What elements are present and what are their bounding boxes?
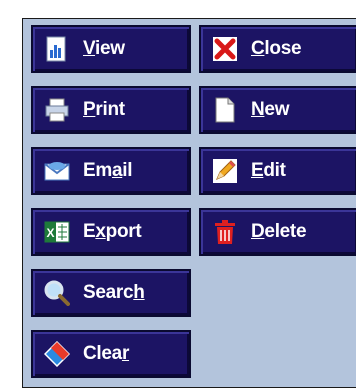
clear-button[interactable]: Clear: [31, 330, 191, 378]
svg-text:X: X: [46, 226, 54, 240]
printer-icon: [43, 96, 71, 124]
email-label: Email: [83, 160, 133, 181]
trash-bin-icon: [211, 218, 239, 246]
print-label: Print: [83, 99, 125, 120]
export-button[interactable]: X Export: [31, 208, 191, 256]
pencil-icon: [211, 157, 239, 185]
new-label: New: [251, 99, 290, 120]
red-x-close-icon: [211, 35, 239, 63]
magnifier-icon: [43, 279, 71, 307]
edit-label: Edit: [251, 160, 286, 181]
export-label: Export: [83, 221, 142, 242]
delete-button[interactable]: Delete: [199, 208, 356, 256]
new-button[interactable]: New: [199, 86, 356, 134]
print-button[interactable]: Print: [31, 86, 191, 134]
chart-document-icon: [43, 35, 71, 63]
search-button[interactable]: Search: [31, 269, 191, 317]
edit-button[interactable]: Edit: [199, 147, 356, 195]
blank-page-icon: [211, 96, 239, 124]
excel-icon: X: [43, 218, 71, 246]
eraser-icon: [43, 340, 71, 368]
delete-label: Delete: [251, 221, 307, 242]
envelope-icon: [43, 157, 71, 185]
clear-label: Clear: [83, 343, 130, 364]
view-button[interactable]: View: [31, 25, 191, 73]
email-button[interactable]: Email: [31, 147, 191, 195]
search-label: Search: [83, 282, 145, 303]
close-label: Close: [251, 38, 302, 59]
view-label: View: [83, 38, 125, 59]
close-button[interactable]: Close: [199, 25, 356, 73]
